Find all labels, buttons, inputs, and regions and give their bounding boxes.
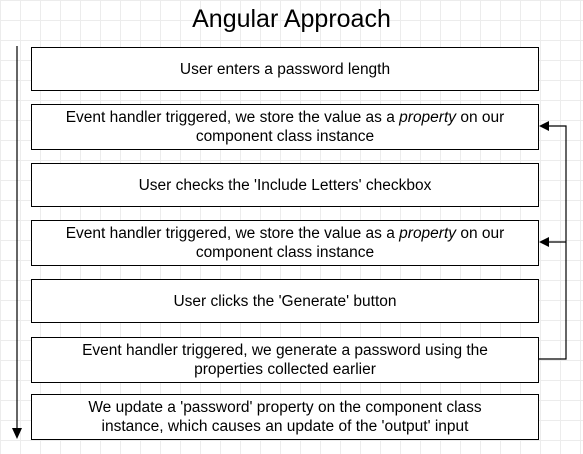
step-text-post: on our [456, 109, 505, 126]
step-text: We update a 'password' property on the c… [88, 398, 481, 436]
timeline-arrowhead [12, 428, 22, 439]
step-text-line2: component class instance [195, 128, 375, 145]
step-text: Event handler triggered, we store the va… [66, 108, 505, 146]
step-store-length-property: Event handler triggered, we store the va… [31, 104, 539, 150]
step-text-post: on our [456, 225, 505, 242]
step-text-line2: component class instance [195, 244, 375, 261]
step-text-line1: We update a 'password' property on the c… [88, 399, 482, 416]
step-text-line2: properties collected earlier [194, 361, 376, 378]
step-text: User enters a password length [179, 60, 391, 78]
step-text-emphasis: property [399, 225, 457, 242]
step-user-checks-letters: User checks the 'Include Letters' checkb… [31, 163, 539, 207]
step-text: Event handler triggered, we store the va… [66, 224, 505, 262]
step-text-line2: instance, which causes an update of the … [101, 418, 469, 435]
step-text: User checks the 'Include Letters' checkb… [138, 176, 432, 194]
step-text-line1: Event handler triggered, we generate a p… [82, 342, 488, 359]
step-text: User clicks the 'Generate' button [173, 292, 397, 310]
feedback-arrowhead-1 [539, 121, 549, 131]
feedback-arrowhead-2 [539, 237, 549, 247]
step-user-enters-length: User enters a password length [31, 47, 539, 91]
step-user-clicks-generate: User clicks the 'Generate' button [31, 279, 539, 323]
step-text: Event handler triggered, we generate a p… [82, 341, 488, 379]
step-generate-password: Event handler triggered, we generate a p… [31, 337, 539, 383]
step-store-letters-property: Event handler triggered, we store the va… [31, 220, 539, 266]
step-text-pre: Event handler triggered, we store the va… [65, 225, 400, 242]
step-text-emphasis: property [399, 109, 457, 126]
step-text-pre: Event handler triggered, we store the va… [65, 109, 400, 126]
step-update-password-property: We update a 'password' property on the c… [31, 394, 539, 440]
